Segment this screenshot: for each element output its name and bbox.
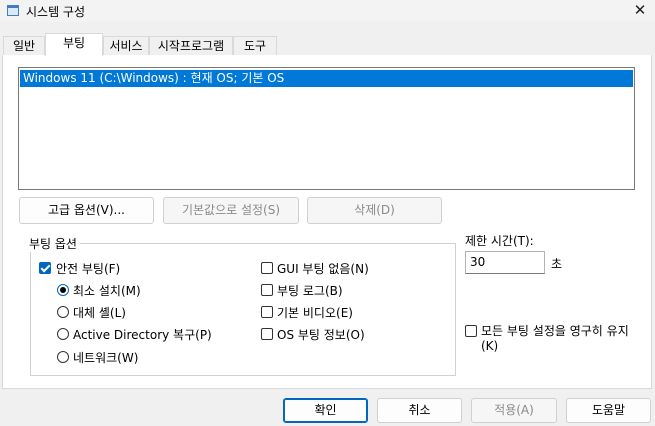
delete-button[interactable]: 삭제(D) [307,197,442,224]
timeout-label: 제한 시간(T): [465,234,534,248]
cancel-button[interactable]: 취소 [377,398,462,423]
title-bar: 시스템 구성 ✕ [0,0,655,22]
tab-boot[interactable]: 부팅 [45,33,103,56]
timeout-input[interactable]: 30 [465,251,545,274]
os-list[interactable]: Windows 11 (C:\Windows) : 현재 OS; 기본 OS [18,67,635,190]
apply-button[interactable]: 적용(A) [471,398,557,423]
boot-options-title: 부팅 옵션 [26,235,80,252]
ad-repair-label[interactable]: Active Directory 복구(P) [73,326,212,343]
boot-log-checkbox[interactable] [261,284,273,296]
help-button[interactable]: 도움말 [566,398,651,423]
alternate-shell-label[interactable]: 대체 셸(L) [73,304,126,321]
close-button[interactable]: ✕ [625,0,655,22]
no-gui-boot-label[interactable]: GUI 부팅 없음(N) [277,260,369,277]
make-permanent-checkbox[interactable] [465,325,477,337]
tab-startup[interactable]: 시작프로그램 [149,36,233,55]
window-title: 시스템 구성 [26,5,86,19]
os-list-item[interactable]: Windows 11 (C:\Windows) : 현재 OS; 기본 OS [20,70,633,87]
make-permanent-label-hotkey[interactable]: (K) [481,339,498,353]
boot-log-label[interactable]: 부팅 로그(B) [277,282,343,299]
make-permanent-label[interactable]: 모든 부팅 설정을 영구히 유지 [481,322,629,339]
base-video-checkbox[interactable] [261,306,273,318]
network-label[interactable]: 네트워크(W) [73,349,138,366]
tab-services[interactable]: 서비스 [103,36,149,55]
set-default-button[interactable]: 기본값으로 설정(S) [163,197,299,224]
os-boot-info-checkbox[interactable] [261,328,273,340]
base-video-label[interactable]: 기본 비디오(E) [277,304,353,321]
minimal-label[interactable]: 최소 설치(M) [73,282,141,299]
timeout-unit: 초 [551,257,563,271]
alternate-shell-radio[interactable] [57,306,69,318]
advanced-options-button[interactable]: 고급 옵션(V)... [19,197,154,224]
os-boot-info-label[interactable]: OS 부팅 정보(O) [277,326,365,343]
tab-general[interactable]: 일반 [3,36,45,55]
ad-repair-radio[interactable] [57,328,69,340]
no-gui-boot-checkbox[interactable] [261,262,273,274]
minimal-radio[interactable] [57,284,69,296]
msconfig-app-icon [7,5,19,16]
safe-boot-checkbox[interactable] [39,262,51,274]
tab-tools[interactable]: 도구 [233,36,277,55]
network-radio[interactable] [57,351,69,363]
ok-button[interactable]: 확인 [283,398,368,423]
safe-boot-label[interactable]: 안전 부팅(F) [56,260,120,277]
